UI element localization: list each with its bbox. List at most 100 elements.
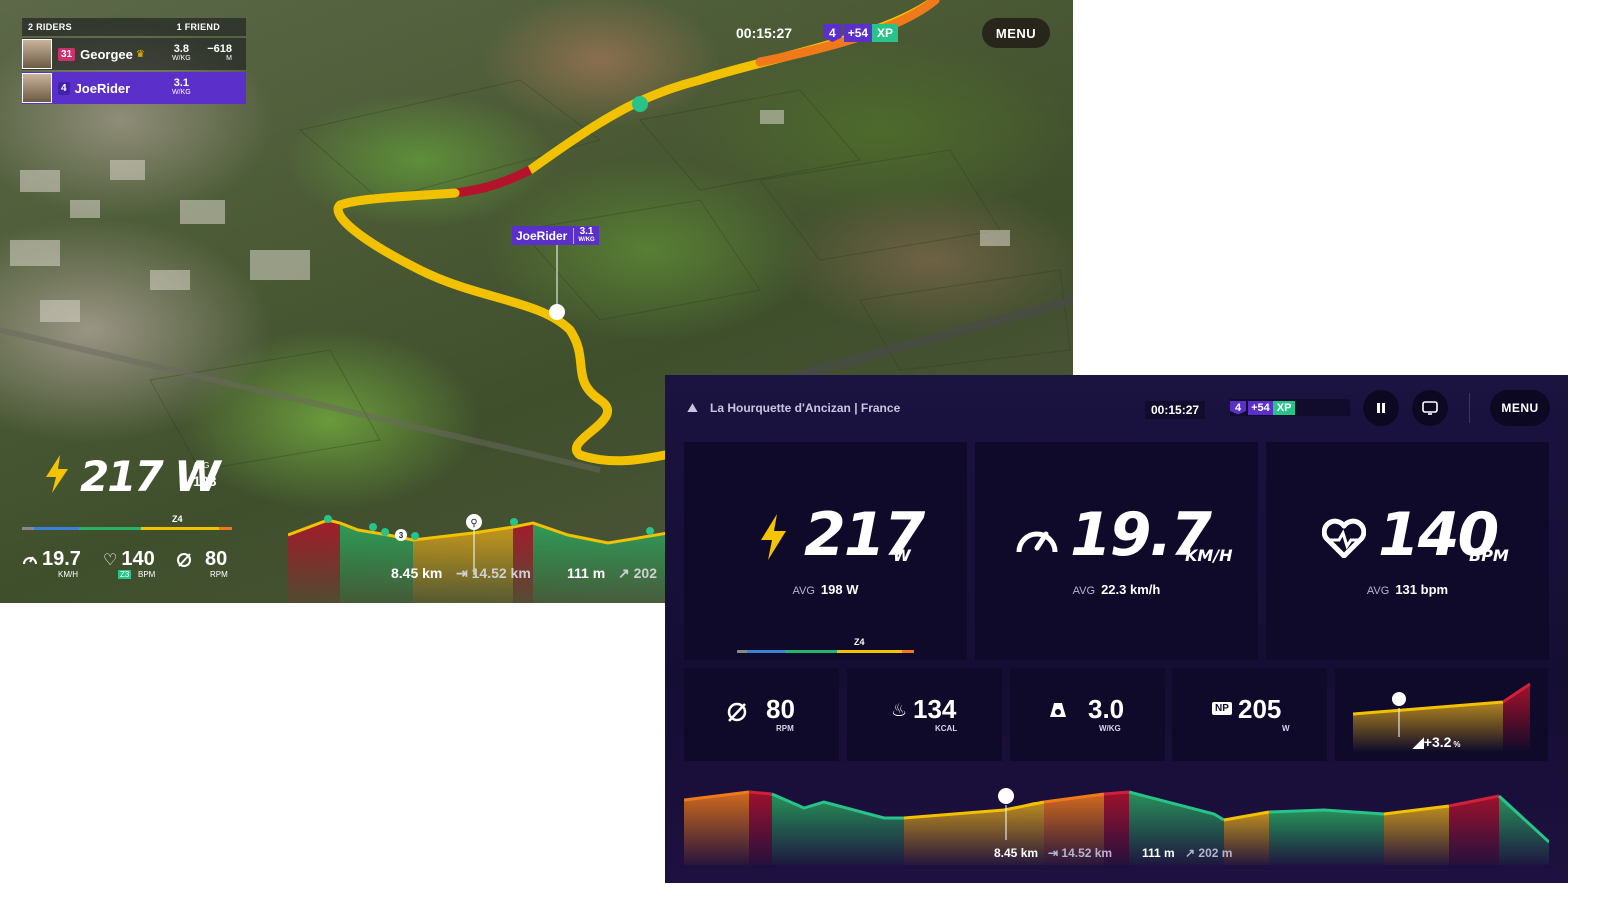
rider-gap: −618 M xyxy=(207,43,232,63)
calories-tile: ♨ 134 KCAL xyxy=(847,668,1002,761)
dashboard-elevation-profile xyxy=(684,788,1549,865)
cadence-value: 80 xyxy=(766,694,795,724)
power-zone-bar xyxy=(737,650,914,653)
flame-icon: ♨ xyxy=(891,700,908,720)
crown-icon: ♛ xyxy=(135,48,145,60)
speedometer-icon xyxy=(1016,531,1058,553)
speed-tile: 19.7 KM/H AVG 22.3 km/h xyxy=(975,442,1258,660)
friends-count: 1 FRIEND xyxy=(176,22,220,32)
heart-tile: 140 BPM AVG 131 bpm xyxy=(1266,442,1549,660)
level-badge: 4 xyxy=(823,24,842,42)
power-zone-label: Z4 xyxy=(854,637,865,647)
calories-value: 134 xyxy=(913,694,957,724)
xp-chip: 4 +54 XP xyxy=(823,24,899,42)
dashboard-view: ⛰ La Hourquette d'Ancizan | France 00:15… xyxy=(665,375,1568,883)
rider-map-name: JoeRider xyxy=(516,228,568,243)
np-tile: NP 205 W xyxy=(1172,668,1327,761)
elevation-marker-number: 3 xyxy=(399,531,404,540)
bike-marker-icon xyxy=(1392,692,1406,706)
distance-value: 8.45 km xyxy=(391,565,443,581)
grade-readout: ◢+3.2% xyxy=(1413,734,1461,750)
rider-name: Georgee xyxy=(80,46,133,62)
cadence-metric: 80 RPM xyxy=(175,548,228,579)
rider-map-wkg: 3.1 W/KG xyxy=(573,226,595,244)
wkg-unit: W/KG xyxy=(1099,724,1121,733)
friend-position-dot xyxy=(632,96,648,112)
dashboard-climb: 111 m xyxy=(1142,846,1175,860)
menu-button[interactable]: MENU xyxy=(982,18,1050,48)
wkg-value: 3.0 xyxy=(1088,694,1125,724)
power-unit: W xyxy=(893,546,911,565)
total-distance-value: 14.52 km xyxy=(471,565,531,581)
power-avg-label: AVG xyxy=(193,461,210,470)
grade-unit: % xyxy=(1453,740,1461,749)
heart-metric: ♡ 140 Z3 BPM xyxy=(103,548,155,579)
wkg-tile: 3.0 W/KG xyxy=(1010,668,1165,761)
cast-button[interactable] xyxy=(1412,390,1448,426)
route-name: La Hourquette d'Ancizan | France xyxy=(710,401,901,415)
dashboard-topbar: ⛰ La Hourquette d'Ancizan | France 00:15… xyxy=(665,375,1568,441)
avatar xyxy=(22,39,52,69)
kettlebell-icon xyxy=(1050,703,1066,717)
cadence-icon xyxy=(727,702,747,722)
route-icon: ⛰ xyxy=(687,400,698,415)
cadence-tile: 80 RPM xyxy=(684,668,839,761)
speed-unit: KM/H xyxy=(1185,546,1233,565)
grade-tile: ◢+3.2% xyxy=(1335,668,1548,761)
xp-gain: +54 xyxy=(1248,400,1273,415)
speed-avg: AVG 22.3 km/h xyxy=(1072,582,1161,597)
grade-value: +3.2 xyxy=(1423,734,1452,750)
climb-total-value: 202 xyxy=(633,565,657,581)
svg-text:⚲: ⚲ xyxy=(470,518,477,529)
rider-row-self[interactable]: 4 JoeRider 3.1 W/KG xyxy=(22,72,246,104)
bolt-icon xyxy=(761,514,786,560)
power-tile: 217 W AVG 198 W Z4 xyxy=(684,442,967,660)
speed-value: 19.7 xyxy=(42,548,81,570)
avatar xyxy=(22,73,52,103)
xp-label: XP xyxy=(1272,400,1296,415)
cadence-unit: RPM xyxy=(210,570,228,579)
rider-wkg: 3.1 W/KG xyxy=(172,77,191,97)
topbar-divider xyxy=(1469,393,1470,423)
rider-position-dot xyxy=(549,304,565,320)
rider-level-badge: 4 xyxy=(58,81,70,95)
speedometer-icon xyxy=(23,555,37,564)
elevation-profile: 3 ⚲ xyxy=(288,514,668,603)
dashboard-climb-total: ↗ 202 m xyxy=(1185,846,1233,860)
cadence-unit: RPM xyxy=(776,724,794,733)
speed-metric: 19.7 KM/H xyxy=(22,548,81,579)
heart-icon: ♡ xyxy=(103,551,118,569)
np-icon: NP xyxy=(1212,702,1232,715)
rider-wkg: 3.8 W/KG xyxy=(172,43,191,63)
climb-value: 111 m xyxy=(567,565,606,581)
heart-icon xyxy=(1322,518,1366,558)
riders-panel[interactable]: 2 RIDERS 1 FRIEND 31 Georgee ♛ 3.8 W/KG −… xyxy=(22,18,246,104)
calories-unit: KCAL xyxy=(935,724,958,733)
xp-label: XP xyxy=(872,24,899,42)
rider-map-label: JoeRider 3.1 W/KG xyxy=(512,226,599,245)
power-avg: AVG 198 W xyxy=(792,582,859,597)
speed-unit: KM/H xyxy=(58,570,78,579)
np-value: 205 xyxy=(1238,694,1282,724)
pause-button[interactable] xyxy=(1363,390,1399,426)
dashboard-timer: 00:15:27 xyxy=(1145,401,1206,419)
heart-zone: Z3 xyxy=(118,570,132,579)
cadence-icon xyxy=(177,552,191,567)
heart-unit: BPM xyxy=(138,570,156,579)
np-unit: W xyxy=(1282,724,1290,733)
total-distance: ⇥ 14.52 km xyxy=(456,565,531,581)
dashboard-distance: 8.45 km xyxy=(994,846,1039,860)
xp-progress: 4 +54 XP xyxy=(1230,399,1350,416)
dashboard-total-distance: ⇥ 14.52 km xyxy=(1048,846,1113,860)
heart-value: 140 xyxy=(121,548,155,570)
riders-header: 2 RIDERS 1 FRIEND xyxy=(22,18,246,36)
rider-name: JoeRider xyxy=(74,80,131,96)
riders-count: 2 RIDERS xyxy=(28,22,72,32)
cast-icon xyxy=(1422,401,1438,415)
power-zone-label: Z4 xyxy=(172,514,183,524)
cadence-value: 80 xyxy=(205,548,228,570)
rider-row[interactable]: 31 Georgee ♛ 3.8 W/KG −618 M xyxy=(22,38,246,70)
dashboard-menu-button[interactable]: MENU xyxy=(1490,390,1550,426)
climb-total: ↗ 202 xyxy=(618,565,657,581)
rider-level-badge: 31 xyxy=(58,47,76,61)
